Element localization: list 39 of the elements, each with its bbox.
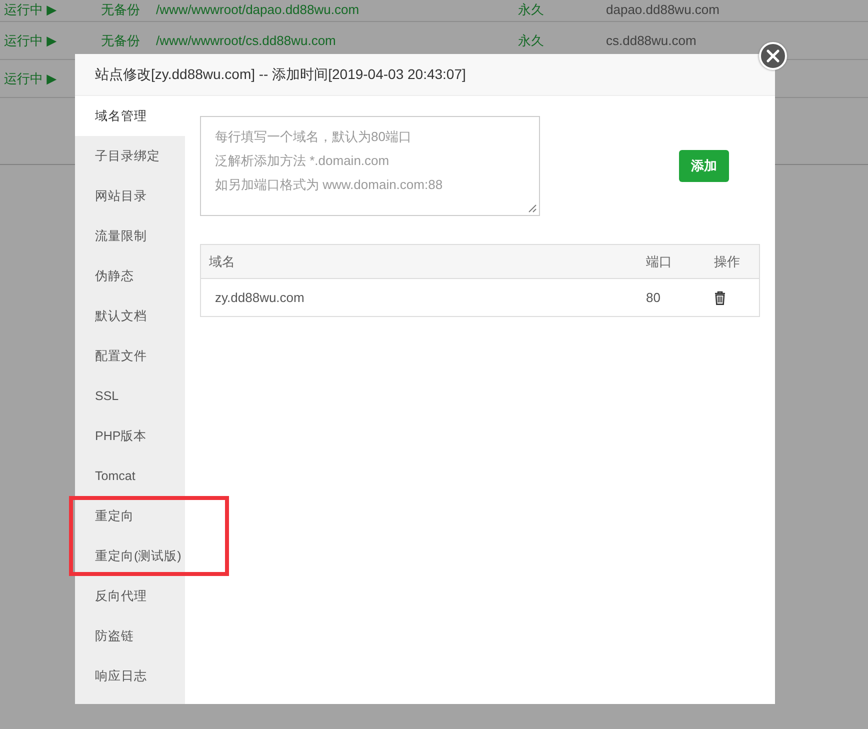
site-domain: cs.dd88wu.com: [606, 32, 696, 48]
sidebar-item[interactable]: 流量限制: [75, 216, 185, 256]
status-text: 运行中 ▶: [4, 32, 57, 48]
column-header: 域名: [209, 254, 235, 269]
sidebar-item[interactable]: 域名管理: [75, 96, 185, 136]
resize-grip-icon[interactable]: [528, 204, 537, 213]
status-text: 运行中 ▶: [4, 70, 57, 86]
sidebar-item[interactable]: Tomcat: [75, 456, 185, 496]
status-text: 运行中 ▶: [4, 2, 57, 17]
column-header: 操作: [714, 254, 740, 269]
sidebar-item[interactable]: 网站目录: [75, 176, 185, 216]
backup-text: 无备份: [101, 32, 140, 48]
sidebar-item[interactable]: 子目录绑定: [75, 136, 185, 176]
sidebar-item[interactable]: 响应日志: [75, 656, 185, 696]
placeholder-text: 每行填写一个域名，默认为80端口: [215, 128, 412, 146]
placeholder-text: 泛解析添加方法 *.domain.com: [215, 152, 390, 170]
trash-icon[interactable]: [714, 291, 726, 306]
site-domain: dapao.dd88wu.com: [606, 2, 720, 17]
site-path: /www/wwwroot/dapao.dd88wu.com: [156, 2, 360, 17]
sidebar-item[interactable]: PHP版本: [75, 416, 185, 456]
sidebar-item[interactable]: 反向代理: [75, 576, 185, 616]
sidebar-item[interactable]: 重定向(测试版): [69, 536, 229, 576]
sidebar-item[interactable]: 配置文件: [75, 336, 185, 376]
sidebar-item[interactable]: 防盗链: [75, 616, 185, 656]
sidebar-item[interactable]: SSL: [75, 376, 185, 416]
add-button[interactable]: 添加: [679, 150, 729, 182]
dialog-title: 站点修改[zy.dd88wu.com] -- 添加时间[2019-04-03 20:43:07]: [95, 65, 466, 84]
close-button[interactable]: [759, 42, 787, 70]
site-path: /www/wwwroot/cs.dd88wu.com: [156, 32, 336, 48]
port-cell: 80: [646, 290, 660, 305]
column-header: 端口: [646, 254, 672, 269]
sidebar-item[interactable]: 重定向: [69, 496, 229, 536]
placeholder-text: 如另加端口格式为 www.domain.com:88: [215, 176, 444, 194]
domain-cell: zy.dd88wu.com: [215, 290, 304, 305]
expiry-text: 永久: [518, 2, 544, 17]
sidebar-item[interactable]: 默认文档: [75, 296, 185, 336]
backup-text: 无备份: [101, 2, 140, 17]
expiry-text: 永久: [518, 32, 544, 48]
sidebar-item[interactable]: 伪静态: [75, 256, 185, 296]
